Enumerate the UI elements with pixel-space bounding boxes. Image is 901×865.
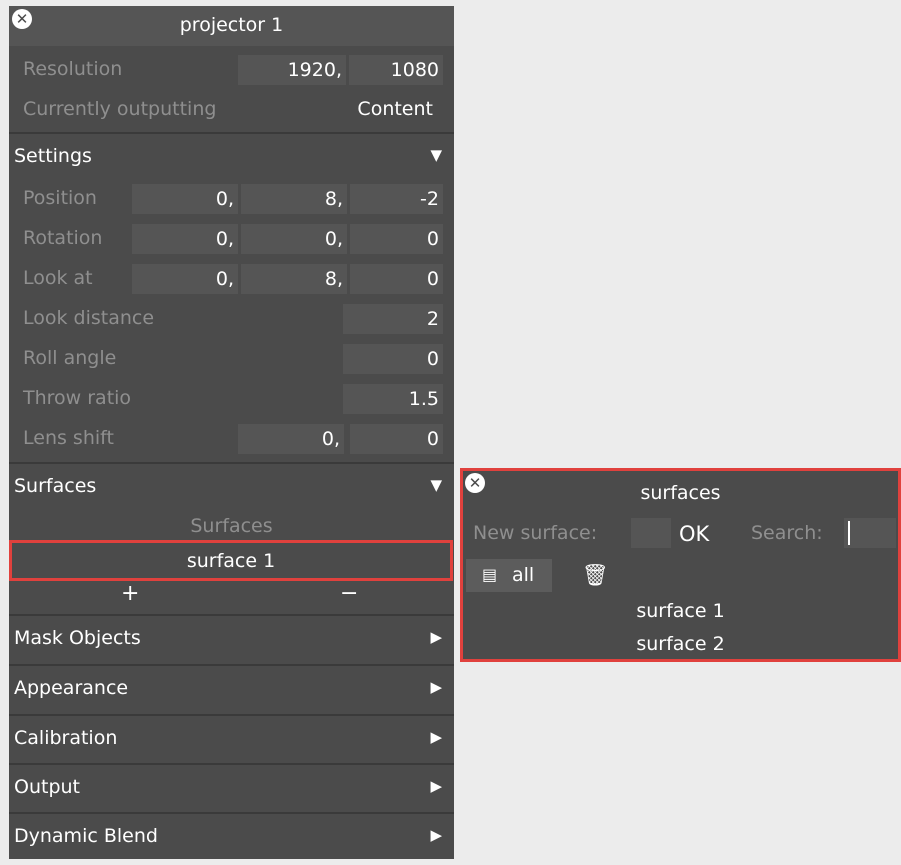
- position-z-value: -2: [420, 188, 439, 210]
- resolution-row: Resolution 1920, 1080: [9, 50, 454, 88]
- lookat-z-value: 0: [426, 268, 439, 290]
- throwratio-label: Throw ratio: [23, 387, 132, 409]
- show-all-label: all: [512, 564, 535, 586]
- section-header-dynamic-blend[interactable]: Dynamic Blend ▶: [9, 814, 454, 860]
- throwratio-value: 1.5: [408, 388, 439, 410]
- resolution-height-value: 1080: [390, 59, 439, 81]
- projector-panel: ✕ projector 1 Resolution 1920, 1080 Curr…: [9, 6, 454, 859]
- collapse-arrow-icon: ▼: [430, 476, 442, 494]
- surfaces-controls: + −: [9, 580, 454, 612]
- resolution-label: Resolution: [23, 58, 123, 80]
- lensshift-row: Lens shift 0, 0: [9, 419, 454, 457]
- remove-surface-button[interactable]: −: [340, 581, 358, 606]
- surfaces-panel-title: surfaces: [640, 482, 721, 504]
- section-label: Output: [14, 776, 80, 798]
- expand-arrow-icon: ▶: [430, 678, 442, 696]
- section-header-calibration[interactable]: Calibration ▶: [9, 716, 454, 762]
- section-header-output[interactable]: Output ▶: [9, 765, 454, 811]
- settings-label: Settings: [14, 145, 92, 167]
- ok-button[interactable]: OK: [679, 522, 709, 546]
- rollangle-value: 0: [426, 348, 439, 370]
- rotation-y-value: 0,: [324, 228, 343, 250]
- expand-arrow-icon: ▶: [430, 628, 442, 646]
- outputting-label: Currently outputting: [23, 98, 217, 120]
- resolution-width-value: 1920,: [287, 59, 342, 81]
- lookdistance-label: Look distance: [23, 307, 155, 329]
- surface-item[interactable]: surface 1: [9, 540, 453, 581]
- search-input[interactable]: [844, 518, 896, 548]
- new-surface-label: New surface:: [473, 522, 598, 544]
- new-surface-input[interactable]: [631, 518, 671, 548]
- rollangle-label: Roll angle: [23, 347, 117, 369]
- surfaces-header[interactable]: Surfaces ▼: [9, 464, 454, 510]
- surfaces-list-header: Surfaces: [9, 510, 454, 540]
- lensshift-label: Lens shift: [23, 427, 114, 449]
- rollangle-row: Roll angle 0: [9, 339, 454, 377]
- lookat-row: Look at 0, 8, 0: [9, 259, 454, 297]
- section-label: Appearance: [14, 677, 129, 699]
- throwratio-row: Throw ratio 1.5: [9, 379, 454, 417]
- lookat-y-value: 8,: [324, 268, 343, 290]
- rotation-row: Rotation 0, 0, 0: [9, 219, 454, 257]
- surface-list-item[interactable]: surface 1: [463, 600, 898, 622]
- rotation-label: Rotation: [23, 227, 103, 249]
- surface-item-label: surface 1: [186, 550, 276, 572]
- section-label: Dynamic Blend: [14, 825, 158, 847]
- section-label: Calibration: [14, 727, 118, 749]
- show-all-button[interactable]: ▤ all: [466, 559, 552, 592]
- expand-arrow-icon: ▶: [430, 728, 442, 746]
- list-icon: ▤: [482, 565, 498, 584]
- rotation-x-value: 0,: [215, 228, 234, 250]
- outputting-row: Currently outputting Content: [9, 90, 454, 128]
- text-cursor: [848, 521, 850, 545]
- position-row: Position 0, 8, -2: [9, 179, 454, 217]
- lensshift-x-value: 0,: [321, 428, 340, 450]
- lookdistance-row: Look distance 2: [9, 299, 454, 337]
- surfaces-label: Surfaces: [14, 475, 97, 497]
- rotation-z-value: 0: [426, 228, 439, 250]
- lensshift-y-value: 0: [426, 428, 439, 450]
- search-label: Search:: [751, 522, 823, 544]
- position-y-value: 8,: [324, 188, 343, 210]
- surface-list-item[interactable]: surface 2: [463, 633, 898, 655]
- section-header-mask-objects[interactable]: Mask Objects ▶: [9, 616, 454, 662]
- expand-arrow-icon: ▶: [430, 826, 442, 844]
- settings-header[interactable]: Settings ▼: [9, 134, 454, 180]
- projector-title-bar: ✕ projector 1: [9, 6, 454, 46]
- collapse-arrow-icon: ▼: [430, 146, 442, 164]
- projector-title: projector 1: [179, 14, 284, 36]
- surfaces-panel: ✕ surfaces New surface: OK Search: ▤ all…: [460, 468, 901, 662]
- surfaces-list-title: Surfaces: [190, 515, 273, 537]
- section-header-appearance[interactable]: Appearance ▶: [9, 666, 454, 712]
- outputting-value: Content: [357, 98, 433, 120]
- position-x-value: 0,: [215, 188, 234, 210]
- expand-arrow-icon: ▶: [430, 777, 442, 795]
- position-label: Position: [23, 187, 97, 209]
- add-surface-button[interactable]: +: [121, 581, 139, 606]
- lookat-x-value: 0,: [215, 268, 234, 290]
- lookdistance-value: 2: [426, 308, 439, 330]
- lookat-label: Look at: [23, 267, 93, 289]
- trash-icon[interactable]: 🗑: [582, 563, 609, 588]
- section-label: Mask Objects: [14, 627, 141, 649]
